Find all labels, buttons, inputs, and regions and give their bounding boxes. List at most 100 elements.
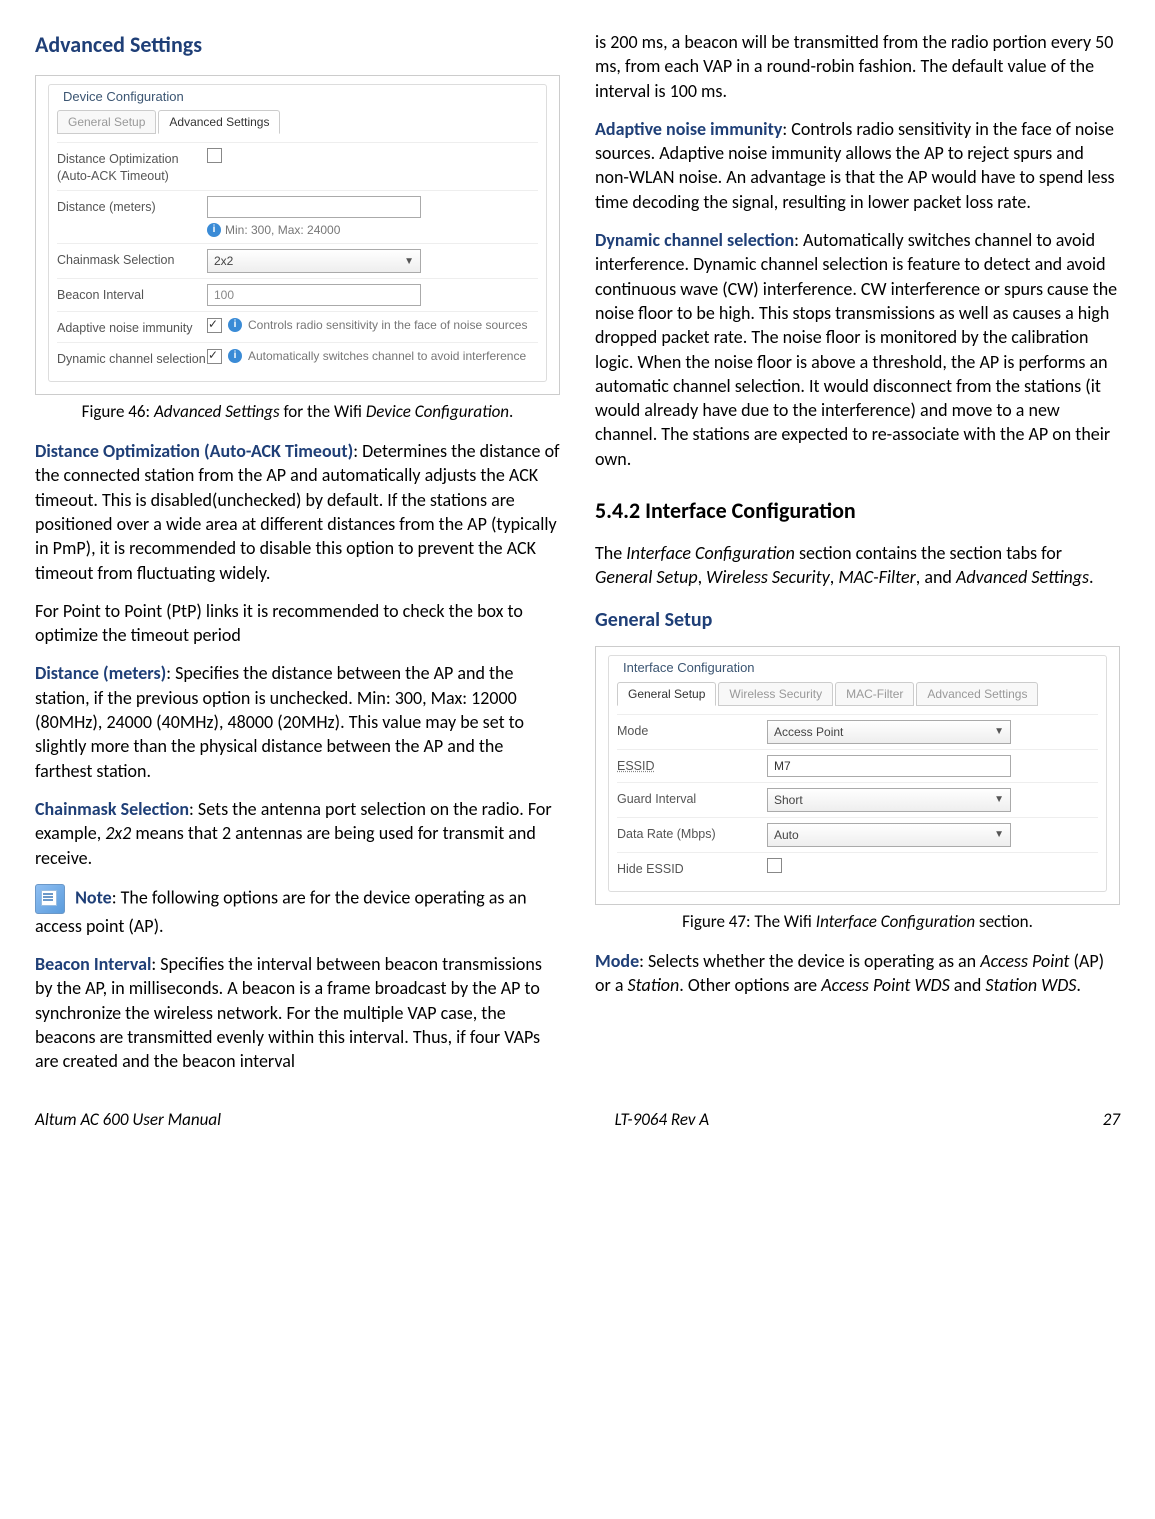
term: Dynamic channel selection <box>595 229 794 251</box>
text: : Selects whether the device is operatin… <box>639 950 980 972</box>
row-mode: Mode Access Point ▼ <box>617 714 1098 749</box>
select-value: Auto <box>774 827 799 843</box>
checkbox-ani[interactable] <box>207 318 222 333</box>
panel-title: Interface Configuration <box>617 658 761 677</box>
text: MAC-Filter <box>838 566 915 588</box>
para-dcs: Dynamic channel selection: Automatically… <box>595 228 1120 471</box>
select-mode[interactable]: Access Point ▼ <box>767 720 1011 744</box>
input-distance[interactable] <box>207 196 421 218</box>
label-guard: Guard Interval <box>617 788 767 808</box>
tab-general-setup[interactable]: General Setup <box>57 110 156 134</box>
text: Access Point WDS <box>821 974 950 996</box>
row-distance-meters: Distance (meters) i Min: 300, Max: 24000 <box>57 190 538 243</box>
text: . <box>509 401 513 422</box>
row-distance-optimization: Distance Optimization (Auto-ACK Timeout) <box>57 142 538 190</box>
row-beacon-interval: Beacon Interval 100 <box>57 278 538 311</box>
para-beacon-interval: Beacon Interval: Specifies the interval … <box>35 952 560 1073</box>
row-essid: ESSID M7 <box>617 749 1098 782</box>
tab-advanced-settings[interactable]: Advanced Settings <box>158 110 280 134</box>
text: . <box>1089 566 1094 588</box>
figure-46-screenshot: Device Configuration General Setup Advan… <box>35 75 560 395</box>
text: Access Point <box>980 950 1069 972</box>
chevron-down-icon: ▼ <box>404 255 414 269</box>
select-data-rate[interactable]: Auto ▼ <box>767 823 1011 847</box>
text-sub: (Auto-ACK Timeout) <box>57 169 169 183</box>
info-icon: i <box>228 318 242 332</box>
row-dcs: Dynamic channel selection i Automaticall… <box>57 342 538 373</box>
info-icon: i <box>207 223 221 237</box>
para-distance-optimization: Distance Optimization (Auto-ACK Timeout)… <box>35 439 560 585</box>
heading-general-setup: General Setup <box>595 607 1120 634</box>
label-distance-optimization: Distance Optimization (Auto-ACK Timeout) <box>57 148 207 185</box>
tab-advanced-settings[interactable]: Advanced Settings <box>916 682 1038 706</box>
footer-left: Altum AC 600 User Manual <box>35 1109 221 1132</box>
panel-title: Device Configuration <box>57 87 190 106</box>
para-mode: Mode: Selects whether the device is oper… <box>595 949 1120 998</box>
label-distance-meters: Distance (meters) <box>57 196 207 216</box>
text: . <box>1076 974 1081 996</box>
label-hide-essid: Hide ESSID <box>617 858 767 878</box>
hint-dcs: Automatically switches channel to avoid … <box>248 348 526 364</box>
text: , and <box>916 566 956 588</box>
text: . Other options are <box>679 974 821 996</box>
tab-wireless-security[interactable]: Wireless Security <box>718 682 833 706</box>
text: , <box>698 566 707 588</box>
row-chainmask: Chainmask Selection 2x2 ▼ <box>57 243 538 278</box>
term: Note <box>75 886 112 908</box>
label-mode: Mode <box>617 720 767 740</box>
text: Interface Configuration <box>816 911 975 932</box>
checkbox-hide-essid[interactable] <box>767 858 782 873</box>
heading-542: 5.4.2 Interface Configuration <box>595 496 1120 526</box>
text: Distance Optimization <box>57 152 179 166</box>
term: Adaptive noise immunity <box>595 118 782 140</box>
label-data-rate: Data Rate (Mbps) <box>617 823 767 843</box>
term: Distance Optimization (Auto-ACK Timeout) <box>35 440 353 462</box>
hint-ani: Controls radio sensitivity in the face o… <box>248 317 527 333</box>
select-chainmask[interactable]: 2x2 ▼ <box>207 249 421 273</box>
text: Advanced Settings <box>956 566 1089 588</box>
row-ani: Adaptive noise immunity i Controls radio… <box>57 311 538 342</box>
input-essid[interactable]: M7 <box>767 755 1011 777</box>
left-column: Advanced Settings Device Configuration G… <box>35 30 560 1074</box>
para-distance-meters: Distance (meters): Specifies the distanc… <box>35 661 560 782</box>
text: for the Wifi <box>280 401 366 422</box>
tab-mac-filter[interactable]: MAC-Filter <box>835 682 914 706</box>
text: and <box>950 974 986 996</box>
select-guard[interactable]: Short ▼ <box>767 788 1011 812</box>
term: Beacon Interval <box>35 953 151 975</box>
text: Device Configuration <box>366 401 509 422</box>
text: The <box>595 542 626 564</box>
row-hide-essid: Hide ESSID <box>617 852 1098 883</box>
figure-47-screenshot: Interface Configuration General Setup Wi… <box>595 646 1120 905</box>
checkbox-distance-opt[interactable] <box>207 148 222 163</box>
label-essid: ESSID <box>617 755 767 775</box>
footer-right: 27 <box>1103 1109 1120 1132</box>
label-dcs: Dynamic channel selection <box>57 348 207 368</box>
hint-distance: Min: 300, Max: 24000 <box>225 222 340 238</box>
text: : Automatically switches channel to avoi… <box>595 229 1117 470</box>
text: Figure 47: The Wifi <box>682 911 816 932</box>
tab-general-setup[interactable]: General Setup <box>617 682 716 706</box>
para-beacon-continuation: is 200 ms, a beacon will be transmitted … <box>595 30 1120 103</box>
note-icon <box>35 884 65 914</box>
select-value: 2x2 <box>214 253 233 269</box>
chevron-down-icon: ▼ <box>994 725 1004 739</box>
para-chainmask: Chainmask Selection: Sets the antenna po… <box>35 797 560 870</box>
device-config-panel: Device Configuration General Setup Advan… <box>36 76 559 394</box>
chevron-down-icon: ▼ <box>994 793 1004 807</box>
text: 2x2 <box>105 822 131 844</box>
info-icon: i <box>228 349 242 363</box>
checkbox-dcs[interactable] <box>207 349 222 364</box>
input-beacon[interactable]: 100 <box>207 284 421 306</box>
para-ptp: For Point to Point (PtP) links it is rec… <box>35 599 560 648</box>
para-ani: Adaptive noise immunity: Controls radio … <box>595 117 1120 214</box>
text: Station WDS <box>985 974 1076 996</box>
para-note: Note: The following options are for the … <box>35 884 560 938</box>
right-column: is 200 ms, a beacon will be transmitted … <box>595 30 1120 1074</box>
two-column-layout: Advanced Settings Device Configuration G… <box>35 30 1120 1074</box>
row-guard-interval: Guard Interval Short ▼ <box>617 782 1098 817</box>
term: Mode <box>595 950 639 972</box>
interface-config-panel: Interface Configuration General Setup Wi… <box>596 647 1119 904</box>
tab-bar: General Setup Advanced Settings <box>57 110 538 134</box>
label-ani: Adaptive noise immunity <box>57 317 207 337</box>
